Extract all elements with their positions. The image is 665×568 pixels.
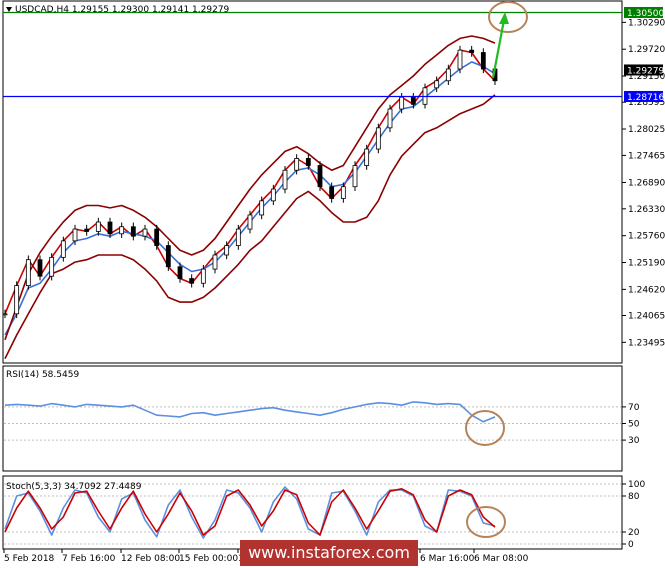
x-tick-label: 6 Mar 16:00 [420,554,475,564]
candle-body [72,228,78,242]
candle-body [329,186,335,199]
candle-body [200,268,206,284]
candle-body [95,221,101,232]
main-title: USDCAD,H4 1.29155 1.29300 1.29141 1.2927… [15,5,230,15]
x-tick-label: 12 Feb 08:00 [121,554,180,564]
y-tick-label: 1.24620 [628,285,665,295]
chart-canvas: USDCAD,H4 1.29155 1.29300 1.29141 1.2927… [2,0,665,566]
stoch-title: Stoch(5,3,3) 34.7092 27.4489 [6,482,142,492]
y-tick-label: 1.24065 [628,312,665,322]
y-tick-label: 1.29720 [628,45,665,55]
y-tick-label: 1.25190 [628,259,665,269]
rsi-axis: 70 50 30 [622,403,640,446]
candle-body [142,228,148,237]
x-tick-label: 15 Feb 00:00 [179,554,238,564]
candle-body [375,127,381,150]
y-tick-label: 1.30290 [628,18,665,28]
y-tick-label: 20 [628,528,640,538]
support-tag-label: 1.28716 [627,93,664,103]
candle-body [364,148,370,166]
candle-body [165,245,171,268]
x-tick-label: 6 Mar 08:00 [474,554,529,564]
candle-body [399,96,405,110]
main-panel-frame [2,0,623,364]
candle-body [469,49,475,53]
candle-body [177,266,183,279]
main-plot [2,35,498,359]
watermark-text: www.instaforex.com [248,543,410,562]
candle-body [130,226,136,237]
candle-body [445,68,451,82]
candle-body [457,49,463,70]
candle-body [14,285,20,315]
candle-body [25,259,31,286]
candle-body [154,228,160,246]
rsi-title: RSI(14) 58.5459 [6,370,79,380]
candle-body [2,313,8,316]
candle-body [317,165,323,188]
resistance-tag-label: 1.30500 [627,9,664,19]
price-series-1 [4,61,496,336]
candle-body [352,165,358,188]
y-tick-label: 100 [628,480,645,490]
candle-body [107,221,113,235]
y-tick-label: 1.23495 [628,338,665,348]
target-circle [488,1,528,33]
y-tick-label: 70 [628,403,640,413]
candle-body [294,158,300,171]
candle-body [37,259,43,277]
y-tick-label: 1.26890 [628,178,665,188]
stoch-axis: 100 80 20 0 [622,480,645,550]
x-tick-label: 5 Feb 2018 [4,554,55,564]
y-tick-label: 80 [628,492,640,502]
candle-body [480,52,486,70]
candle-body [224,245,230,256]
price-series-0 [4,49,496,315]
candle-body [189,278,195,284]
collapse-triangle-icon[interactable] [6,7,12,12]
y-tick-label: 0 [628,540,634,550]
candle-body [387,108,393,129]
candle-body [305,158,311,166]
y-tick-label: 1.25760 [628,232,665,242]
candle-body [212,254,218,270]
rsi-panel-frame [2,365,623,472]
current-price-label: 1.29279 [627,66,664,76]
candle-body [410,96,416,105]
rsi-plot [4,401,621,441]
candle-body [235,228,241,246]
candle-body [84,228,90,232]
candle-body [270,188,276,202]
y-tick-label: 1.27465 [628,151,665,161]
y-tick-label: 30 [628,436,640,446]
y-tick-label: 1.28025 [628,125,665,135]
y-tick-label: 1.26330 [628,205,665,215]
candle-body [119,226,125,235]
candle-body [247,214,253,230]
x-tick-label: 7 Feb 16:00 [62,554,116,564]
candle-body [60,240,66,258]
stoch-plot [4,483,621,545]
rsi-series-0 [4,401,496,423]
candle-body [340,186,346,199]
candle-body [49,256,55,277]
candle-body [282,169,288,190]
candle-body [259,200,265,216]
y-tick-label: 50 [628,420,640,430]
price-series-2 [4,35,496,341]
candle-body [434,80,440,89]
target-arrow-head [499,12,509,24]
